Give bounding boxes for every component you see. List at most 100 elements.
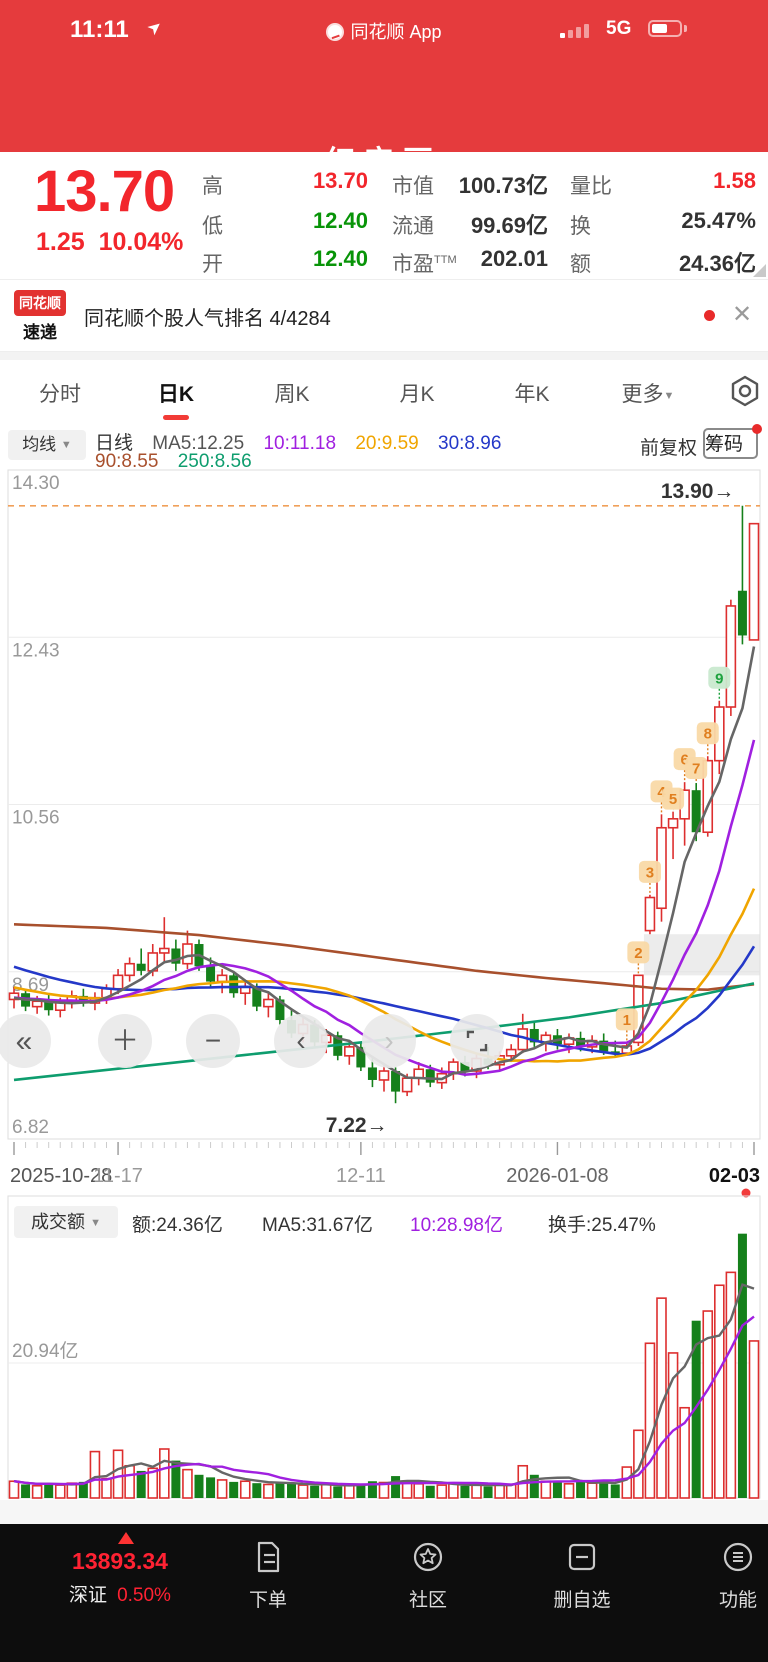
candle-up xyxy=(182,943,193,965)
svg-text:2: 2 xyxy=(634,945,642,962)
index-value[interactable]: 13893.34 xyxy=(20,1548,220,1575)
candle-down xyxy=(136,963,146,971)
candle-up xyxy=(505,1048,517,1057)
volume-bar-up xyxy=(320,1483,332,1499)
candle-up xyxy=(748,522,760,641)
candle-down xyxy=(367,1067,377,1080)
x-axis-date-label: 11-17 xyxy=(93,1165,143,1187)
volume-bar-down xyxy=(44,1483,54,1498)
volume-bar-down xyxy=(425,1485,435,1498)
candle-up xyxy=(344,1046,355,1057)
vol-ma10: 10:28.98亿 xyxy=(410,1215,503,1236)
volume-bar-up xyxy=(124,1464,135,1499)
volume-bar-up xyxy=(182,1468,193,1499)
volume-bar-up xyxy=(216,1479,228,1499)
chart-toolbar-next-button[interactable]: › xyxy=(362,1014,416,1068)
volume-bar-up xyxy=(159,1448,170,1499)
bottom-nav: 13893.34 深证 0.50% 下单 社区 删自选 功能 xyxy=(0,1524,768,1662)
y-axis-label: 14.30 xyxy=(12,473,60,494)
svg-text:5: 5 xyxy=(669,791,677,808)
volume-indicator-chip[interactable]: 成交额 ▼ xyxy=(14,1206,118,1238)
community-star-icon xyxy=(413,1542,443,1572)
candle-up xyxy=(378,1070,390,1081)
stock-detail-screen: { "status_bar": {"time": "11:11", "app_l… xyxy=(0,0,768,1662)
index-up-triangle xyxy=(118,1532,134,1544)
chart-toolbar-rewind-button[interactable]: « xyxy=(0,1014,51,1068)
volume-bar-up xyxy=(112,1449,124,1499)
x-axis-date-label: 2026-01-08 xyxy=(506,1165,608,1187)
volume-bar-up xyxy=(748,1340,760,1499)
chart-toolbar-zoom-in-button[interactable]: ＋ xyxy=(98,1014,152,1068)
kline-chart[interactable]: 14.3012.4310.568.696.8213.90→7.22→1234 56… xyxy=(0,0,768,1662)
volume-bar-down xyxy=(391,1476,401,1498)
candle-up xyxy=(31,1000,43,1008)
nav-item-community[interactable]: 社区 xyxy=(373,1540,483,1612)
volume-bar-down xyxy=(333,1486,343,1498)
minus-square-icon xyxy=(568,1543,596,1571)
volume-ma5-line xyxy=(13,1283,755,1487)
volume-bar-up xyxy=(239,1480,251,1499)
vol-turnover: 换手:25.47% xyxy=(548,1215,656,1236)
menu-circle-icon xyxy=(723,1542,753,1572)
chart-toolbar-fullscreen-button[interactable] xyxy=(450,1014,504,1068)
volume-bar-down xyxy=(310,1485,320,1498)
chart-toolbar-prev-button[interactable]: ‹ xyxy=(274,1014,328,1068)
candle-down xyxy=(229,975,239,994)
volume-bar-down xyxy=(576,1481,586,1498)
volume-bar-up xyxy=(31,1484,43,1499)
volume-bar-down xyxy=(483,1486,493,1498)
volume-bar-up xyxy=(89,1450,101,1499)
candle-up xyxy=(401,1077,413,1093)
nav-item-order[interactable]: 下单 xyxy=(213,1540,323,1612)
order-document-icon xyxy=(257,1541,280,1573)
vol-ma5: MA5:31.67亿 xyxy=(262,1215,373,1236)
svg-text:−: − xyxy=(205,1025,221,1056)
index-pct: 0.50% xyxy=(117,1585,171,1606)
nav-item-functions[interactable]: 功能 xyxy=(683,1540,768,1612)
svg-text:1: 1 xyxy=(623,1012,631,1029)
volume-axis-label: 20.94亿 xyxy=(12,1340,79,1362)
volume-bar-down xyxy=(194,1474,204,1498)
highest-price-annotation: 13.90→ xyxy=(661,480,735,503)
lowest-price-annotation: 7.22→ xyxy=(326,1114,388,1137)
chart-toolbar-zoom-out-button[interactable]: − xyxy=(186,1014,240,1068)
volume-bar-up xyxy=(297,1484,309,1499)
x-axis-date-label: 12-11 xyxy=(336,1165,386,1187)
svg-text:7: 7 xyxy=(692,761,700,778)
candle-up xyxy=(725,605,737,708)
volume-bar-up xyxy=(436,1484,448,1499)
separator xyxy=(0,1500,768,1524)
svg-text:3: 3 xyxy=(646,864,654,881)
index-row[interactable]: 深证 0.50% xyxy=(20,1580,220,1607)
volume-bar-up xyxy=(471,1483,482,1499)
volume-bar-up xyxy=(505,1483,517,1499)
volume-bar-up xyxy=(448,1483,459,1499)
volume-bar-up xyxy=(621,1466,633,1499)
volume-bar-up xyxy=(563,1483,575,1499)
volume-bar-up xyxy=(714,1284,725,1499)
candle-down xyxy=(425,1069,435,1083)
volume-bar-up xyxy=(540,1480,552,1499)
volume-bar-up xyxy=(644,1342,656,1499)
svg-text:＋: ＋ xyxy=(111,1025,139,1056)
volume-bar-up xyxy=(413,1483,424,1499)
volume-bar-up xyxy=(494,1484,505,1499)
y-axis-label: 10.56 xyxy=(12,808,60,829)
volume-bar-up xyxy=(54,1484,66,1499)
candle-up xyxy=(263,998,274,1008)
nav-item-remove-watchlist[interactable]: 删自选 xyxy=(527,1540,637,1612)
volume-bar-up xyxy=(101,1477,112,1499)
svg-text:9: 9 xyxy=(715,670,723,687)
volume-bar-down xyxy=(287,1483,296,1498)
svg-text:«: « xyxy=(16,1025,33,1058)
volume-bar-down xyxy=(460,1485,470,1498)
vol-amount: 额:24.36亿 xyxy=(132,1215,223,1236)
y-axis-label: 12.43 xyxy=(12,640,60,661)
svg-text:8: 8 xyxy=(704,726,712,743)
volume-bar-down xyxy=(206,1477,216,1498)
gap-zone xyxy=(643,934,760,976)
volume-bar-up xyxy=(586,1482,598,1499)
candle-up xyxy=(112,974,124,990)
index-name: 深证 xyxy=(69,1585,108,1606)
volume-bar-down xyxy=(737,1233,747,1498)
